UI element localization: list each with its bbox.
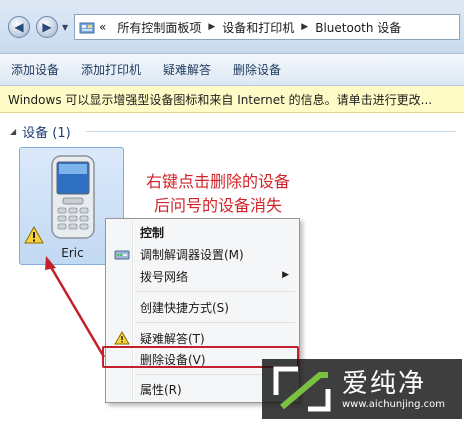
menu-item-label: 调制解调器设置(M): [140, 247, 244, 262]
add-device-button[interactable]: 添加设备: [0, 58, 70, 82]
address-toolbar: ◀ ▶ ▼ « 所有控制面板项 ▶ 设备和打印机 ▶ Bluetooth 设备: [0, 0, 464, 54]
watermark-title: 爱纯净: [342, 369, 427, 399]
warning-icon: [24, 226, 44, 244]
chevron-right-icon[interactable]: ▶: [208, 22, 215, 32]
menu-separator: [136, 291, 295, 292]
breadcrumb-control-panel[interactable]: 所有控制面板项: [117, 19, 201, 36]
back-button[interactable]: ◀: [8, 16, 30, 38]
menu-item-label: 创建快捷方式(S): [140, 300, 229, 315]
group-divider: [86, 131, 456, 132]
control-panel-folder-icon: [79, 20, 95, 34]
menu-item-label: 拨号网络: [140, 269, 189, 284]
menu-item-create-shortcut[interactable]: 创建快捷方式(S): [108, 297, 297, 317]
modem-icon: [114, 250, 130, 260]
forward-button[interactable]: ▶: [36, 16, 58, 38]
forward-arrow-icon: ▶: [42, 20, 52, 34]
warning-icon: [114, 331, 130, 345]
logo-icon: [273, 366, 331, 412]
device-group-header[interactable]: ◢ 设备 (1): [10, 122, 71, 141]
menu-item-modem-settings[interactable]: 调制解调器设置(M): [108, 244, 297, 264]
back-arrow-icon: ◀: [14, 20, 24, 34]
instruction-annotation: 右键点击删除的设备 后问号的设备消失: [118, 170, 318, 218]
breadcrumb-devices-printers[interactable]: 设备和打印机: [222, 19, 294, 36]
command-bar: 添加设备 添加打印机 疑难解答 删除设备: [0, 54, 464, 86]
menu-item-label: 控制: [140, 225, 165, 240]
remove-device-button[interactable]: 删除设备: [222, 58, 292, 82]
history-dropdown-icon[interactable]: ▼: [62, 23, 68, 32]
chevron-right-icon[interactable]: ▶: [301, 22, 308, 32]
troubleshoot-button[interactable]: 疑难解答: [152, 58, 222, 82]
menu-item-label: 属性(R): [140, 382, 182, 397]
menu-separator: [136, 322, 295, 323]
breadcrumb-bluetooth-devices[interactable]: Bluetooth 设备: [315, 19, 401, 36]
menu-item-label: 疑难解答(T): [140, 331, 205, 346]
info-bar-text: Windows 可以显示增强型设备图标和来自 Internet 的信息。请单击进…: [8, 92, 433, 107]
breadcrumb-overflow[interactable]: «: [99, 20, 106, 34]
add-printer-button[interactable]: 添加打印机: [70, 58, 152, 82]
watermark-url: www.aichunjing.com: [342, 399, 445, 410]
address-box[interactable]: « 所有控制面板项 ▶ 设备和打印机 ▶ Bluetooth 设备: [74, 14, 460, 40]
menu-item-dial-up[interactable]: 拨号网络 ▶: [108, 266, 297, 286]
annotation-line-1: 右键点击删除的设备: [145, 172, 290, 191]
site-watermark: 爱纯净 www.aichunjing.com: [262, 359, 462, 419]
submenu-arrow-icon: ▶: [282, 270, 289, 280]
menu-item-control[interactable]: 控制: [108, 222, 297, 242]
menu-item-troubleshoot[interactable]: 疑难解答(T): [108, 328, 297, 348]
annotation-line-2: 后问号的设备消失: [153, 196, 282, 215]
device-group-title: 设备 (1): [22, 125, 71, 141]
collapse-arrow-icon[interactable]: ◢: [10, 127, 16, 136]
info-bar[interactable]: Windows 可以显示增强型设备图标和来自 Internet 的信息。请单击进…: [0, 86, 464, 113]
